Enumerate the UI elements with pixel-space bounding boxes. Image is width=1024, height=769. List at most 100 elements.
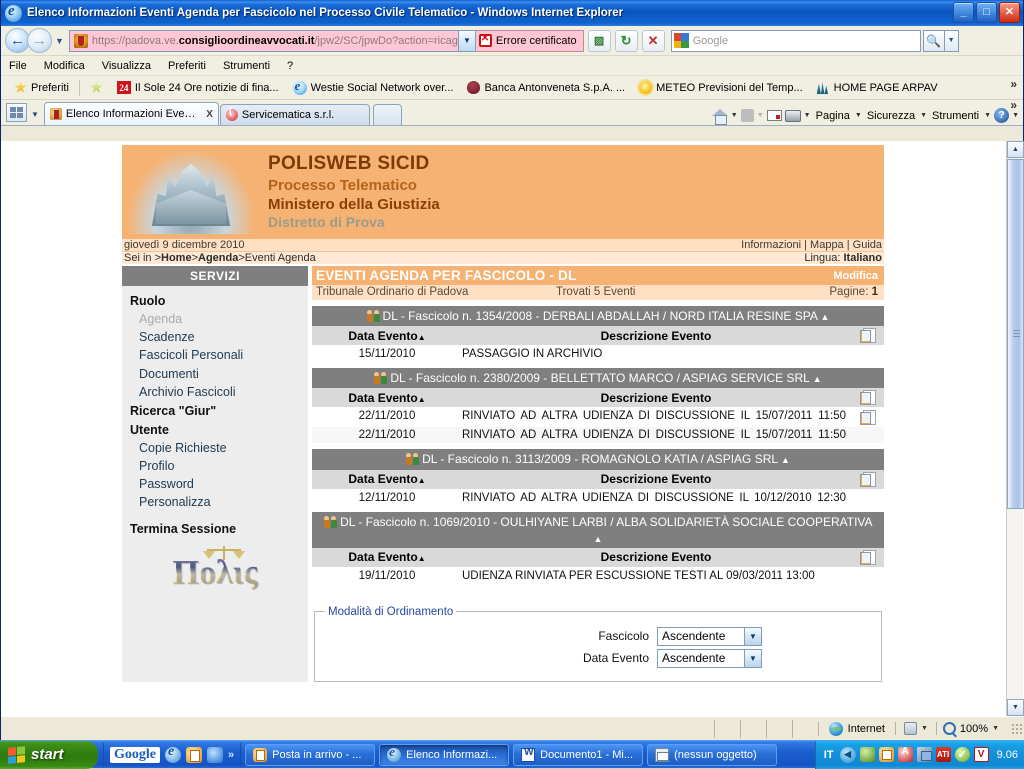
sidebar-item-password[interactable]: Password [130, 475, 308, 493]
column-header-date[interactable]: Data Evento▲ [312, 550, 462, 564]
tab-elenco-informazioni[interactable]: Elenco Informazioni Even... X [43, 102, 219, 125]
tray-antivirus-icon[interactable]: V [973, 747, 989, 762]
sidebar-item-archivio-fascicoli[interactable]: Archivio Fascicoli [130, 383, 308, 401]
compatibility-view-button[interactable]: ▨ [587, 29, 611, 52]
tab-close-icon[interactable]: X [202, 109, 213, 120]
column-header-desc[interactable]: Descrizione Evento [462, 329, 850, 343]
header-links[interactable]: Informazioni | Mappa | Guida [741, 239, 882, 251]
mail-icon[interactable] [766, 110, 782, 121]
close-button[interactable]: ✕ [999, 2, 1020, 23]
clock[interactable]: 9.06 [997, 749, 1018, 761]
add-favorite-button[interactable] [83, 81, 110, 94]
taskbar-button-elenco[interactable]: Elenco Informazi... [379, 743, 510, 766]
cmd-strumenti[interactable]: Strumenti [930, 110, 981, 122]
event-doc-cell[interactable] [850, 410, 884, 426]
column-header-date[interactable]: Data Evento▲ [312, 472, 462, 486]
help-icon[interactable]: ? [994, 108, 1010, 123]
collapse-triangle-icon[interactable]: ▲ [781, 455, 790, 465]
modifica-link[interactable]: Modifica [833, 270, 878, 282]
column-header-date[interactable]: Data Evento▲ [312, 329, 462, 343]
taskbar-button-documento[interactable]: Documento1 - Mi... [513, 743, 644, 766]
scroll-up-button[interactable]: ▲ [1007, 141, 1024, 158]
forward-button[interactable]: → [27, 28, 52, 53]
taskbar-button-nessun-oggetto[interactable]: (nessun oggetto) [647, 743, 778, 766]
address-bar[interactable]: https://padova.ve.consiglioordineavvocat… [68, 29, 476, 52]
column-header-desc[interactable]: Descrizione Evento [462, 391, 850, 405]
help-caret-icon[interactable]: ▼ [1012, 112, 1019, 119]
resize-grip-icon[interactable] [1011, 722, 1023, 735]
column-header-desc[interactable]: Descrizione Evento [462, 550, 850, 564]
column-header-date[interactable]: Data Evento▲ [312, 391, 462, 405]
scrollbar-thumb[interactable] [1007, 159, 1024, 509]
fascicolo-header[interactable]: DL - Fascicolo n. 3113/2009 - ROMAGNOLO … [312, 449, 884, 470]
language-value[interactable]: Italiano [843, 252, 882, 264]
sidebar-item-termina-sessione[interactable]: Termina Sessione [130, 520, 308, 538]
command-overflow-icon[interactable]: » [1010, 98, 1017, 112]
tray-acrobat-icon[interactable] [897, 746, 913, 762]
address-dropdown-icon[interactable]: ▼ [457, 30, 475, 51]
sidebar-item-ricerca-giur[interactable]: Ricerca "Giur" [130, 402, 308, 420]
search-go-button[interactable]: 🔍 [922, 29, 945, 52]
collapse-triangle-icon[interactable]: ▲ [594, 534, 603, 544]
print-icon[interactable] [784, 109, 801, 122]
menu-help[interactable]: ? [287, 60, 293, 72]
tray-outlook-icon[interactable] [878, 747, 894, 762]
breadcrumb-home[interactable]: Home [161, 252, 192, 264]
google-toolbar-icon[interactable]: Google [110, 746, 160, 763]
breadcrumb-agenda[interactable]: Agenda [198, 252, 238, 264]
app-icon[interactable] [207, 746, 223, 763]
fascicolo-header[interactable]: DL - Fascicolo n. 1069/2010 - OULHIYANE … [312, 511, 884, 548]
collapse-triangle-icon[interactable]: ▲ [813, 374, 822, 384]
favorite-meteo[interactable]: METEO Previsioni del Temp... [632, 81, 810, 94]
tray-check-icon[interactable]: ✓ [954, 747, 970, 762]
sidebar-item-scadenze[interactable]: Scadenze [130, 328, 308, 346]
collapse-triangle-icon[interactable]: ▲ [821, 312, 830, 322]
tray-green-icon[interactable] [859, 747, 875, 762]
sidebar-item-fascicoli-personali[interactable]: Fascicoli Personali [130, 346, 308, 364]
favorites-button[interactable]: Preferiti [7, 81, 76, 94]
favorites-overflow-icon[interactable]: » [1010, 77, 1017, 91]
fascicolo-header[interactable]: DL - Fascicolo n. 2380/2009 - BELLETTATO… [312, 368, 884, 389]
sidebar-item-agenda[interactable]: Agenda [130, 310, 308, 328]
sort-select-fascicolo[interactable]: Ascendente ▼ [657, 626, 762, 646]
sicurezza-caret-icon[interactable]: ▼ [920, 112, 927, 119]
scroll-down-button[interactable]: ▼ [1007, 699, 1024, 716]
favorite-westie[interactable]: Westie Social Network over... [286, 78, 461, 95]
search-input[interactable]: Google [670, 29, 921, 52]
fascicolo-header[interactable]: DL - Fascicolo n. 1354/2008 - DERBALI AB… [312, 306, 884, 327]
menu-strumenti[interactable]: Strumenti [223, 60, 270, 72]
cmd-sicurezza[interactable]: Sicurezza [865, 110, 917, 122]
chevron-down-icon[interactable]: ▼ [744, 649, 761, 667]
quick-tabs-icon[interactable] [6, 103, 27, 122]
ie-icon[interactable] [165, 744, 181, 763]
home-icon[interactable] [711, 108, 728, 125]
pagina-caret-icon[interactable]: ▼ [855, 112, 862, 119]
security-zone[interactable]: Internet [817, 721, 895, 736]
tab-list-caret-icon[interactable]: ▼ [31, 110, 39, 119]
home-caret-icon[interactable]: ▼ [731, 112, 738, 119]
tray-expand-icon[interactable]: ◀ [839, 746, 856, 763]
outlook-icon[interactable] [186, 746, 202, 763]
search-dropdown-icon[interactable]: ▼ [944, 29, 959, 52]
chevron-down-icon[interactable]: ▼ [744, 627, 761, 645]
menu-visualizza[interactable]: Visualizza [102, 60, 151, 72]
favorite-sole24[interactable]: 24 Il Sole 24 Ore notizie di fina... [110, 81, 286, 94]
favorite-arpav[interactable]: HOME PAGE ARPAV [810, 81, 945, 94]
sidebar-item-documenti[interactable]: Documenti [130, 365, 308, 383]
quicklaunch-overflow-icon[interactable]: » [228, 749, 234, 761]
sidebar-item-profilo[interactable]: Profilo [130, 457, 308, 475]
page-scrollbar[interactable]: ▲ ▼ [1006, 141, 1024, 716]
minimize-button[interactable]: _ [953, 2, 974, 23]
stop-button[interactable]: ✕ [641, 29, 665, 52]
menu-file[interactable]: File [9, 60, 27, 72]
tray-network-icon[interactable] [916, 747, 932, 762]
print-caret-icon[interactable]: ▼ [804, 112, 811, 119]
strumenti-caret-icon[interactable]: ▼ [984, 112, 991, 119]
privacy-indicator[interactable]: ▼ [894, 722, 936, 735]
privacy-caret-icon[interactable]: ▼ [921, 725, 928, 732]
language-indicator[interactable]: IT [824, 749, 834, 761]
sidebar-item-personalizza[interactable]: Personalizza [130, 493, 308, 511]
recent-pages-caret-icon[interactable]: ▼ [55, 36, 64, 46]
menu-modifica[interactable]: Modifica [44, 60, 85, 72]
zoom-control[interactable]: 100% ▼ [935, 722, 1005, 735]
